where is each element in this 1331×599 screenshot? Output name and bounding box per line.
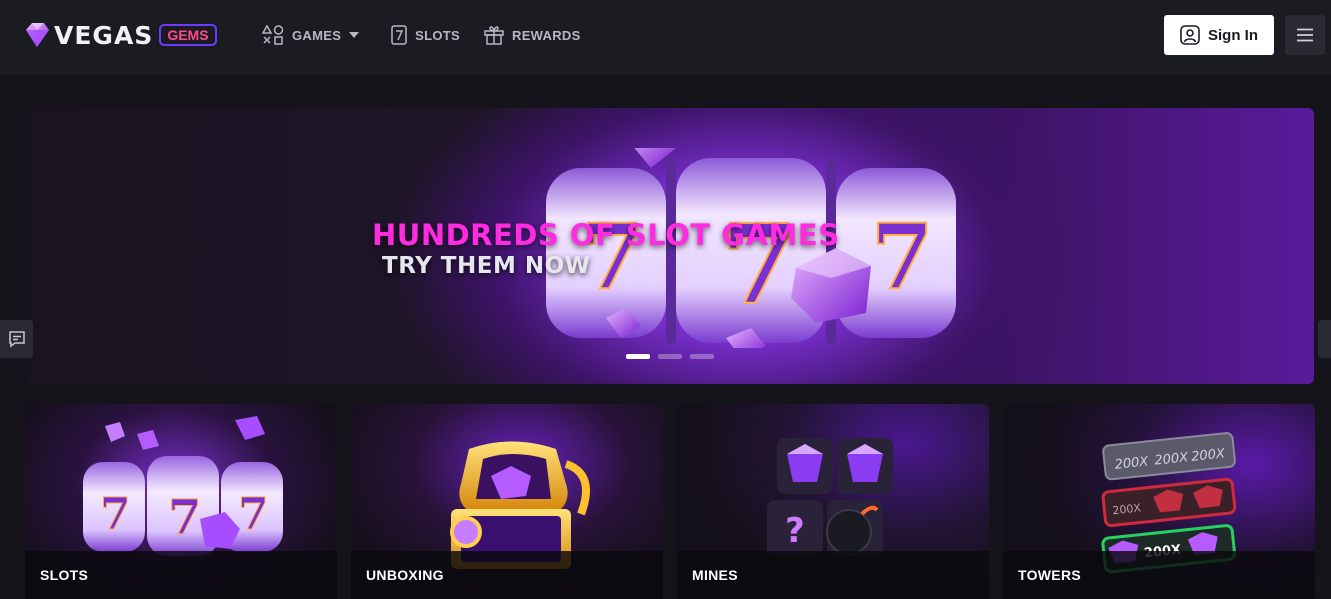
hero-title: HUNDREDS OF SLOT GAMES bbox=[372, 218, 840, 252]
menu-button[interactable] bbox=[1285, 15, 1325, 55]
slot-seven-icon bbox=[391, 25, 407, 45]
carousel-dots bbox=[626, 354, 722, 359]
main-nav: GAMES SLOTS REWARDS bbox=[262, 24, 605, 46]
carousel-dot-1[interactable] bbox=[626, 354, 650, 359]
svg-text:?: ? bbox=[785, 511, 805, 551]
hamburger-menu-icon bbox=[1297, 28, 1313, 42]
nav-games[interactable]: GAMES bbox=[262, 25, 367, 45]
nav-games-label: GAMES bbox=[292, 27, 342, 43]
svg-text:7: 7 bbox=[871, 204, 934, 310]
logo-text: VEGAS bbox=[54, 20, 154, 50]
game-card-slots[interactable]: 7 7 7 SLOTS bbox=[25, 404, 337, 599]
svg-text:7: 7 bbox=[168, 490, 201, 546]
svg-text:7: 7 bbox=[100, 489, 131, 540]
chat-icon bbox=[8, 331, 25, 348]
gem-logo-icon bbox=[26, 23, 49, 47]
logo-badge: GEMS bbox=[159, 24, 217, 46]
games-icon bbox=[262, 25, 284, 45]
card-label-slots: SLOTS bbox=[25, 551, 337, 599]
user-icon bbox=[1180, 25, 1200, 45]
game-card-mines[interactable]: ? MINES bbox=[677, 404, 989, 599]
card-label-towers: TOWERS bbox=[1003, 551, 1315, 599]
chat-tab[interactable] bbox=[0, 320, 33, 358]
nav-slots[interactable]: SLOTS bbox=[391, 25, 460, 45]
site-logo[interactable]: VEGAS GEMS bbox=[22, 18, 217, 52]
right-side-tab[interactable] bbox=[1318, 320, 1331, 358]
gift-icon bbox=[484, 26, 504, 45]
card-label-mines: MINES bbox=[677, 551, 989, 599]
nav-rewards[interactable]: REWARDS bbox=[484, 25, 581, 45]
chevron-down-icon bbox=[349, 32, 360, 38]
nav-rewards-label: REWARDS bbox=[512, 27, 581, 43]
top-header: VEGAS GEMS GAMES SLOTS REWARDS Sign In bbox=[0, 0, 1331, 75]
game-card-towers[interactable]: 200X 200X 200X 200X 200X TOWERS bbox=[1003, 404, 1315, 599]
nav-slots-label: SLOTS bbox=[415, 27, 461, 43]
hero-banner[interactable]: 7 7 7 HUNDREDS OF SLOT GAMES TRY THEM NO… bbox=[26, 108, 1314, 384]
carousel-dot-3[interactable] bbox=[690, 354, 714, 359]
sign-in-label: Sign In bbox=[1208, 26, 1258, 44]
card-label-unboxing: UNBOXING bbox=[351, 551, 663, 599]
game-card-unboxing[interactable]: UNBOXING bbox=[351, 404, 663, 599]
sign-in-button[interactable]: Sign In bbox=[1164, 15, 1274, 55]
hero-subtitle: TRY THEM NOW bbox=[382, 253, 591, 279]
svg-text:7: 7 bbox=[238, 489, 269, 540]
carousel-dot-2[interactable] bbox=[658, 354, 682, 359]
